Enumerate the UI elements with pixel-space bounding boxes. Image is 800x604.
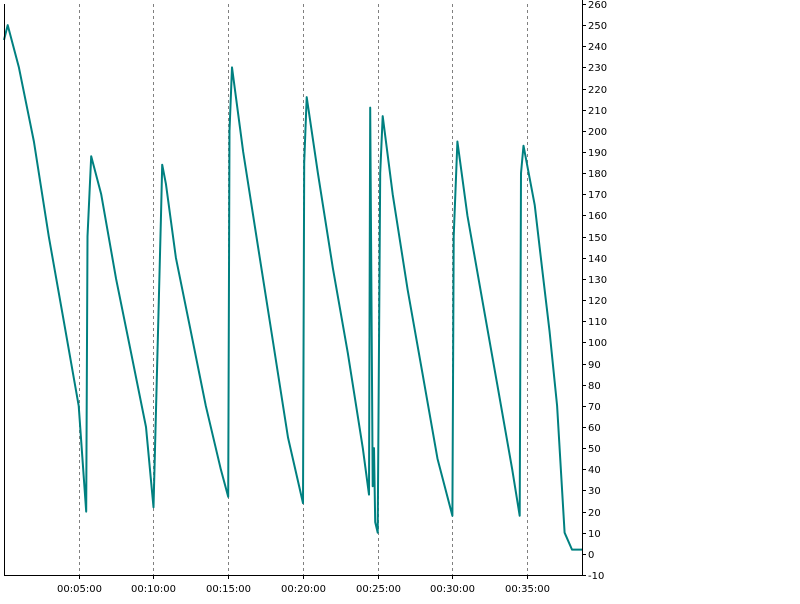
y-tick-label: 20 — [588, 508, 601, 519]
y-tick-label: 260 — [588, 0, 607, 11]
y-tick-label: 100 — [588, 338, 607, 349]
y-tick-label: 210 — [588, 106, 607, 117]
y-tick-label: 230 — [588, 63, 607, 74]
y-tick-label: 240 — [588, 42, 607, 53]
y-tick-label: 200 — [588, 127, 607, 138]
y-tick-label: 30 — [588, 486, 601, 497]
y-tick-label: 70 — [588, 402, 601, 413]
y-tick-label: 0 — [588, 550, 594, 561]
x-axis: 00:05:00 00:10:00 00:15:00 00:20:00 00:25:00… — [57, 575, 550, 595]
x-tick-label: 00:05:00 — [57, 584, 102, 595]
y-tick-label: 170 — [588, 190, 607, 201]
y-tick-label: 150 — [588, 233, 607, 244]
y-tick-label: 10 — [588, 529, 601, 540]
y-tick-label: 60 — [588, 423, 601, 434]
y-tick-label: 120 — [588, 296, 607, 307]
y-tick-label: 40 — [588, 465, 601, 476]
x-tick-label: 00:25:00 — [356, 584, 401, 595]
x-tick-label: 00:15:00 — [206, 584, 251, 595]
y-tick-label: 90 — [588, 360, 601, 371]
y-tick-label: 250 — [588, 21, 607, 32]
y-axis: -10 0 10 20 30 40 50 60 70 80 90 100 110 120 130 140 150… — [582, 0, 607, 582]
x-tick-label: 00:30:00 — [430, 584, 475, 595]
y-tick-label: 80 — [588, 381, 601, 392]
y-tick-label: 190 — [588, 148, 607, 159]
y-tick-label: 220 — [588, 85, 607, 96]
y-tick-label: 130 — [588, 275, 607, 286]
chart-svg: 00:05:00 00:10:00 00:15:00 00:20:00 00:25:00… — [3, 0, 607, 595]
x-tick-label: 00:10:00 — [131, 584, 176, 595]
line-chart: 00:05:00 00:10:00 00:15:00 00:20:00 00:25:00… — [0, 0, 800, 600]
plot-frame — [4, 0, 583, 576]
y-tick-label: 110 — [588, 317, 607, 328]
series-line — [3, 24, 582, 551]
y-tick-label: 140 — [588, 254, 607, 265]
series-layer — [3, 24, 582, 551]
y-tick-label: 180 — [588, 169, 607, 180]
y-tick-label: 160 — [588, 211, 607, 222]
x-tick-label: 00:20:00 — [281, 584, 326, 595]
y-tick-label: -10 — [588, 571, 604, 582]
y-tick-label: 50 — [588, 444, 601, 455]
x-tick-label: 00:35:00 — [505, 584, 550, 595]
